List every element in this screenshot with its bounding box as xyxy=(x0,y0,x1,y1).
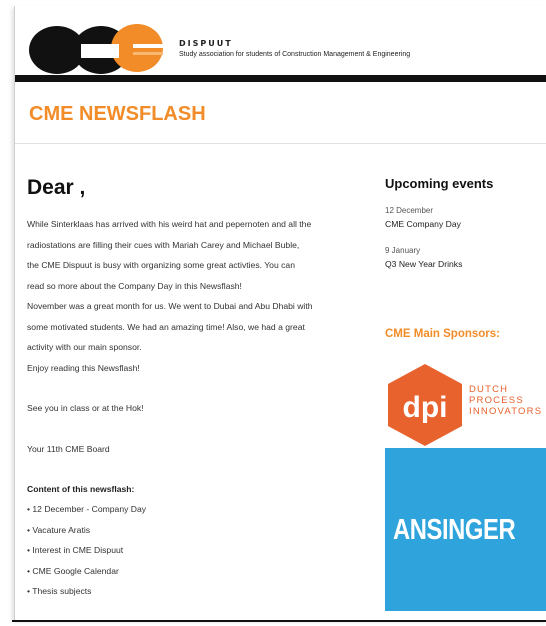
intro-line: activity with our main sponsor. xyxy=(27,342,142,352)
dpi-sponsor-logo[interactable]: dpi DUTCH PROCESS INNOVATORS xyxy=(385,362,546,448)
events-title: Upcoming events xyxy=(385,176,494,191)
main-column: Dear , While Sinterklaas has arrived wit… xyxy=(27,176,369,602)
header-bar xyxy=(15,75,546,82)
event-item[interactable]: 12 December CME Company Day xyxy=(385,205,546,231)
ansinger-sponsor-logo[interactable]: ANSINGER xyxy=(385,448,546,611)
divider xyxy=(15,143,546,144)
brand-tagline: Study association for students of Constr… xyxy=(179,51,411,58)
signature: Your 11th CME Board xyxy=(27,443,110,454)
intro-line: While Sinterklaas has arrived with his w… xyxy=(27,219,312,229)
event-item[interactable]: 9 January Q3 New Year Drinks xyxy=(385,245,546,271)
toc-item[interactable]: • Thesis subjects xyxy=(27,581,369,602)
intro-line: November was a great month for us. We we… xyxy=(27,301,313,311)
newsflash-title: CME NEWSFLASH xyxy=(29,103,206,125)
toc-item[interactable]: • Vacature Aratis xyxy=(27,520,369,541)
brand-name: DISPUUT xyxy=(179,39,233,48)
event-name: CME Company Day xyxy=(385,219,461,229)
ansinger-wordmark: ANSINGER xyxy=(393,514,516,546)
intro-line: Enjoy reading this Newsflash! xyxy=(27,362,140,373)
toc-item[interactable]: • CME Google Calendar xyxy=(27,561,369,582)
event-date: 12 December xyxy=(385,206,434,215)
dpi-hexagon-icon: dpi xyxy=(388,364,462,446)
dpi-word: DUTCH xyxy=(469,384,509,395)
sponsors-title: CME Main Sponsors: xyxy=(385,328,501,340)
toc-item[interactable]: • Interest in CME Dispuut xyxy=(27,540,369,561)
cme-logo xyxy=(29,24,163,74)
brand-block: DISPUUT Study association for students o… xyxy=(179,39,410,58)
dpi-word: INNOVATORS xyxy=(469,406,543,417)
toc-title: Content of this newsflash: xyxy=(27,484,135,494)
intro-line: read so more about the Company Day in th… xyxy=(27,280,242,291)
event-name: Q3 New Year Drinks xyxy=(385,259,463,269)
toc-item[interactable]: • 12 December - Company Day xyxy=(27,499,369,520)
dpi-word: PROCESS xyxy=(469,395,524,406)
intro-paragraph: While Sinterklaas has arrived with his w… xyxy=(27,214,369,479)
dpi-wordmark: DUTCH PROCESS INNOVATORS xyxy=(469,384,542,417)
closing-line: See you in class or at the Hok! xyxy=(27,403,144,413)
newsletter-header: DISPUUT Study association for students o… xyxy=(15,6,546,82)
event-date: 9 January xyxy=(385,246,421,255)
greeting: Dear , xyxy=(27,176,86,199)
sidebar: Upcoming events 12 December CME Company … xyxy=(385,176,546,271)
footer-bar xyxy=(12,620,546,622)
intro-line: the CME Dispuut is busy with organizing … xyxy=(27,260,295,270)
newsletter-frame: DISPUUT Study association for students o… xyxy=(14,6,546,620)
intro-line: some motivated students. We had an amazi… xyxy=(27,321,305,332)
intro-line: radiostations are filling their cues wit… xyxy=(27,239,300,250)
dpi-logo-text: dpi xyxy=(403,391,448,424)
